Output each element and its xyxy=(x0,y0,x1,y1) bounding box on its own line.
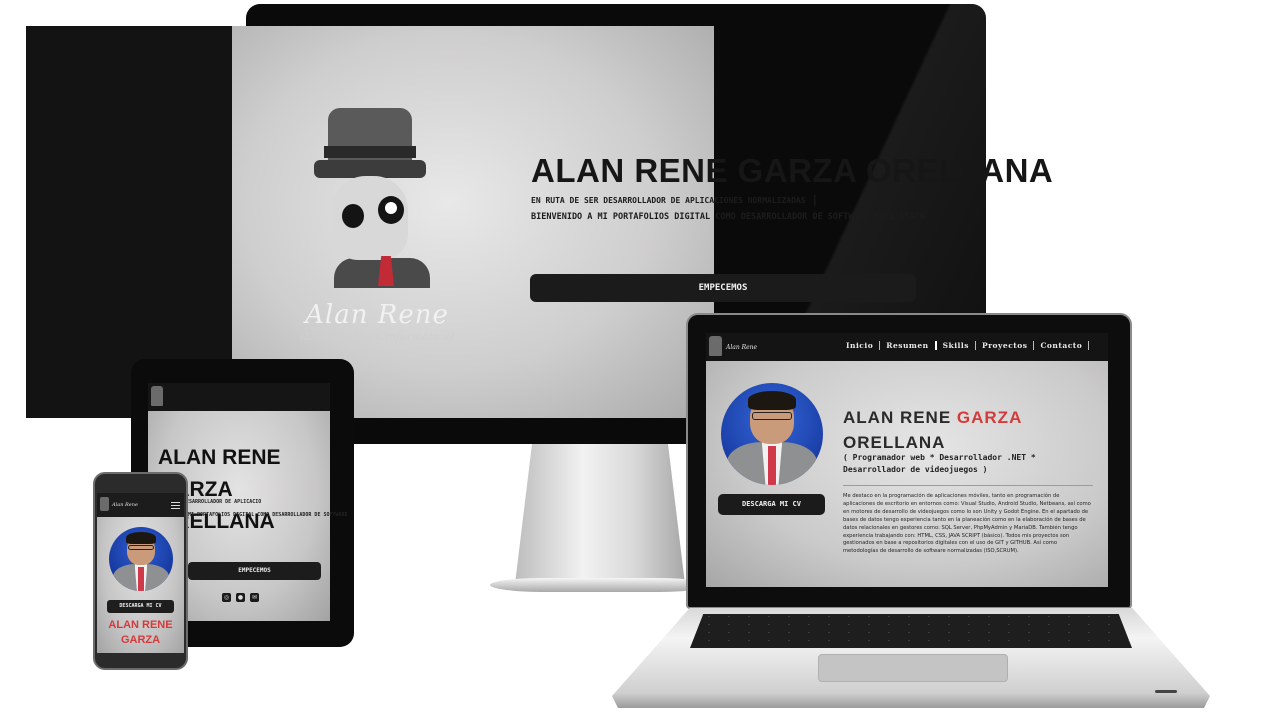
photo-glasses xyxy=(128,544,154,551)
profile-divider xyxy=(843,485,1093,486)
hat-band xyxy=(324,146,416,158)
laptop-nav-menu: Inicio Resumen Skills Proyectos Contacto xyxy=(840,341,1090,350)
desktop-monitor-base xyxy=(490,578,710,592)
laptop-status-led xyxy=(1155,690,1177,693)
laptop-keyboard xyxy=(690,614,1132,648)
laptop-logo-icon[interactable] xyxy=(709,336,722,356)
profile-role: ( Programador web * Desarrollador .NET *… xyxy=(843,453,1036,474)
hero-title: ALAN RENE GARZA ORELLANA xyxy=(531,152,1054,189)
tablet-welcome-text: MI PORTAFOLIOS DIGITAL COMO DESARROLLADO… xyxy=(188,512,348,518)
start-button[interactable]: EMPECEMOS xyxy=(530,274,916,302)
phone-logo-icon[interactable] xyxy=(100,497,109,511)
tablet-start-button[interactable]: EMPECEMOS xyxy=(188,562,321,580)
hamburger-menu-icon[interactable] xyxy=(171,502,180,509)
hero-welcome-text: BIENVENIDO A MI PORTAFOLIOS DIGITAL COMO… xyxy=(531,212,926,222)
tablet-typing-subtitle: DESARROLLADOR DE APLICACIO xyxy=(183,499,262,505)
tablet-navbar xyxy=(148,383,330,411)
photo-hair xyxy=(125,532,157,544)
laptop-trackpad xyxy=(818,654,1008,682)
phone-profile-name: ALAN RENE GARZA xyxy=(108,619,173,646)
tablet-logo-icon[interactable] xyxy=(151,386,163,406)
tablet-social-links: ◎ ● ✉ xyxy=(222,593,259,602)
desktop-monitor-stand xyxy=(515,444,685,584)
github-icon[interactable]: ● xyxy=(236,593,245,602)
brand-subtitle: (Licenciado en informática) xyxy=(300,330,454,343)
nav-item-inicio[interactable]: Inicio xyxy=(840,341,881,350)
photo-tie xyxy=(767,446,777,485)
profile-name-part1: ALAN RENE xyxy=(843,408,952,427)
profile-name-part3: ORELLANA xyxy=(843,433,946,452)
photo-tie xyxy=(138,566,144,591)
skull-eye-right xyxy=(378,196,404,224)
nav-item-proyectos[interactable]: Proyectos xyxy=(976,341,1035,350)
nav-item-contacto[interactable]: Contacto xyxy=(1034,341,1090,350)
phone-brand-name: Alan Rene xyxy=(112,502,138,508)
download-cv-button[interactable]: DESCARGA MI CV xyxy=(718,494,825,515)
brand-signature: Alan Rene xyxy=(305,300,449,330)
hero-typing-subtitle: EN RUTA DE SER DESARROLLADOR DE APLICACI… xyxy=(531,193,818,206)
laptop-brand-name: Alan Rene xyxy=(726,344,758,351)
photo-glasses xyxy=(751,411,793,420)
nav-item-skills[interactable]: Skills xyxy=(937,341,976,350)
photo-hair xyxy=(747,391,797,410)
gmail-icon[interactable]: ✉ xyxy=(250,593,259,602)
laptop-profile-photo xyxy=(721,383,823,485)
nav-item-resumen[interactable]: Resumen xyxy=(880,341,937,350)
instagram-icon[interactable]: ◎ xyxy=(222,593,231,602)
profile-name-part2: GARZA xyxy=(956,408,1023,427)
skull-eye-left xyxy=(342,204,364,228)
phone-download-cv-button[interactable]: DESCARGA MI CV xyxy=(107,600,174,613)
profile-name: ALAN RENE GARZA ORELLANA xyxy=(843,405,1093,455)
phone-profile-photo xyxy=(109,527,173,591)
profile-bio: Me destaco en la programación de aplicac… xyxy=(843,493,1091,555)
